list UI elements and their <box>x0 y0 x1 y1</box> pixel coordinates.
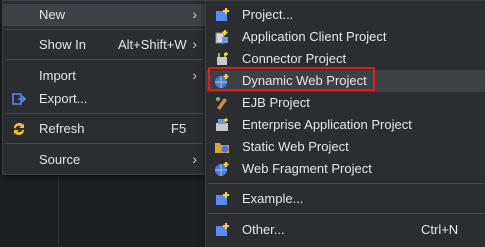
chevron-right-icon: › <box>192 151 197 167</box>
chevron-right-icon: › <box>192 6 197 22</box>
submenu-item-example[interactable]: Example... <box>206 188 485 210</box>
background-panel <box>0 173 59 246</box>
submenu-item-enterprise-application-project[interactable]: Enterprise Application Project <box>206 114 485 136</box>
menu-separator <box>208 183 484 184</box>
submenu-item-label: Static Web Project <box>242 139 349 154</box>
menu-item-label: Import <box>39 68 76 83</box>
menu-item-refresh[interactable]: Refresh F5 <box>3 118 205 140</box>
menu-separator <box>5 29 203 30</box>
new-submenu: Project... Application Client Project Co… <box>205 0 485 247</box>
chevron-right-icon: › <box>192 67 197 83</box>
menu-item-export[interactable]: Export... <box>3 88 205 110</box>
menu-item-label: Show In <box>39 37 86 52</box>
submenu-item-ejb-project[interactable]: EJB Project <box>206 92 485 114</box>
menu-item-import[interactable]: Import › <box>3 65 205 87</box>
submenu-item-other[interactable]: Other... Ctrl+N <box>206 219 485 241</box>
dynamic-web-project-icon <box>215 74 229 88</box>
menu-separator <box>5 143 203 144</box>
connector-project-icon <box>217 52 228 65</box>
submenu-item-label: Connector Project <box>242 51 347 66</box>
refresh-icon <box>14 123 24 135</box>
new-project-icon <box>216 8 229 21</box>
submenu-item-label: Enterprise Application Project <box>242 117 412 132</box>
submenu-item-label: Application Client Project <box>242 29 387 44</box>
menu-item-label: Export... <box>39 91 88 106</box>
submenu-item-project[interactable]: Project... <box>206 4 485 26</box>
submenu-item-label: Dynamic Web Project <box>242 73 367 88</box>
example-icon <box>216 192 229 205</box>
submenu-item-label: Web Fragment Project <box>242 161 372 176</box>
submenu-item-label: Other... <box>242 222 285 237</box>
context-menu: New › Show In Alt+Shift+W › Import › Exp… <box>2 0 206 175</box>
menu-item-label: Refresh <box>39 121 85 136</box>
submenu-item-web-fragment-project[interactable]: Web Fragment Project <box>206 158 485 180</box>
static-web-project-icon <box>215 143 229 153</box>
submenu-item-connector-project[interactable]: Connector Project <box>206 48 485 70</box>
menu-separator <box>5 59 203 60</box>
menu-item-source[interactable]: Source › <box>3 149 205 171</box>
submenu-item-label: EJB Project <box>242 95 310 110</box>
menu-item-shortcut: Ctrl+N <box>421 222 459 237</box>
menu-item-shortcut: Alt+Shift+W <box>118 37 187 52</box>
menu-item-label: New <box>39 7 66 22</box>
submenu-item-dynamic-web-project[interactable]: Dynamic Web Project <box>206 70 485 92</box>
menu-item-show-in[interactable]: Show In Alt+Shift+W › <box>3 34 205 56</box>
menu-separator <box>5 113 203 114</box>
application-client-project-icon <box>215 30 228 44</box>
ejb-project-icon <box>216 97 227 110</box>
menu-item-new[interactable]: New › <box>3 4 205 26</box>
enterprise-application-project-icon <box>216 118 228 131</box>
menu-item-shortcut: F5 <box>171 121 187 136</box>
export-icon <box>12 93 27 105</box>
chevron-right-icon: › <box>192 36 197 52</box>
submenu-item-static-web-project[interactable]: Static Web Project <box>206 136 485 158</box>
web-fragment-project-icon <box>215 162 229 176</box>
submenu-item-label: Project... <box>242 7 294 22</box>
menu-item-label: Source <box>39 152 81 167</box>
submenu-item-application-client-project[interactable]: Application Client Project <box>206 26 485 48</box>
menu-separator <box>208 213 484 214</box>
submenu-item-label: Example... <box>242 191 304 206</box>
other-wizard-icon <box>216 223 229 236</box>
